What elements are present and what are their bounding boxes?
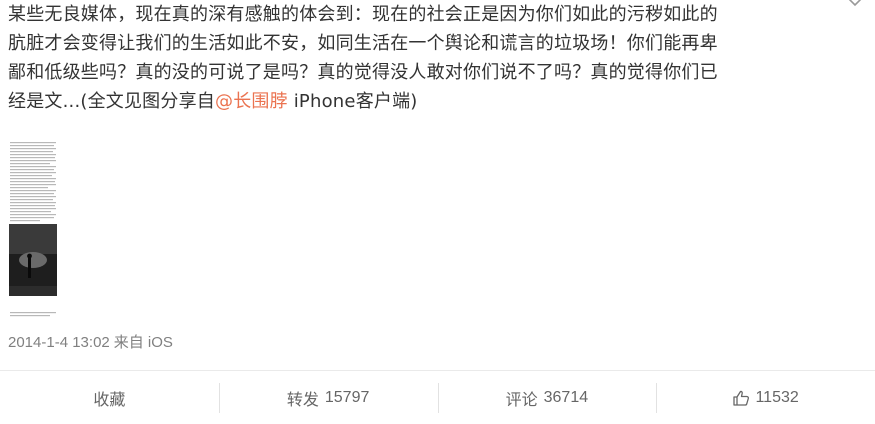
post-body: 某些无良媒体，现在真的深有感触的体会到：现在的社会正是因为你们如此的污秽如此的 …: [8, 0, 828, 116]
repost-label: 转发: [286, 391, 319, 409]
thumbs-up-icon: [733, 390, 750, 406]
post-line: 某些无良媒体，现在真的深有感触的体会到：现在的社会正是因为你们如此的污秽如此的: [8, 4, 718, 25]
comment-button[interactable]: 评论 36714: [437, 371, 657, 424]
repost-button[interactable]: 转发 15797: [218, 371, 438, 424]
chevron-down-icon[interactable]: [847, 0, 863, 8]
post-line: 鄙和低级些吗？真的没的可说了是吗？真的觉得没人敢对你们说不了吗？真的觉得你们已: [8, 62, 718, 83]
like-count: 11532: [755, 388, 799, 406]
post-line: 肮脏才会变得让我们的生活如此不安，如同生活在一个舆论和谎言的垃圾场！你们能再卑: [8, 33, 718, 54]
post-line-suffix: iPhone客户端): [287, 91, 418, 112]
action-bar: 收藏 转发 15797 评论 36714 11532: [0, 371, 875, 424]
post-date[interactable]: 2014-1-4 13:02: [8, 334, 110, 351]
post-line-prefix: 经是文...(全文见图分享自: [8, 91, 215, 112]
post-meta: 2014-1-4 13:02 来自 iOS: [8, 331, 177, 352]
post-line-last: 经是文...(全文见图分享自@长围脖 iPhone客户端): [8, 87, 828, 116]
favorite-label: 收藏: [93, 391, 126, 409]
repost-count: 15797: [324, 388, 370, 406]
like-button[interactable]: 11532: [656, 371, 875, 424]
user-mention-link[interactable]: @长围脖: [215, 91, 288, 112]
post-source[interactable]: 来自 iOS: [114, 334, 173, 351]
attached-image-thumbnail[interactable]: [8, 140, 58, 320]
comment-count: 36714: [543, 388, 589, 406]
comment-label: 评论: [505, 391, 538, 409]
favorite-button[interactable]: 收藏: [0, 371, 219, 424]
